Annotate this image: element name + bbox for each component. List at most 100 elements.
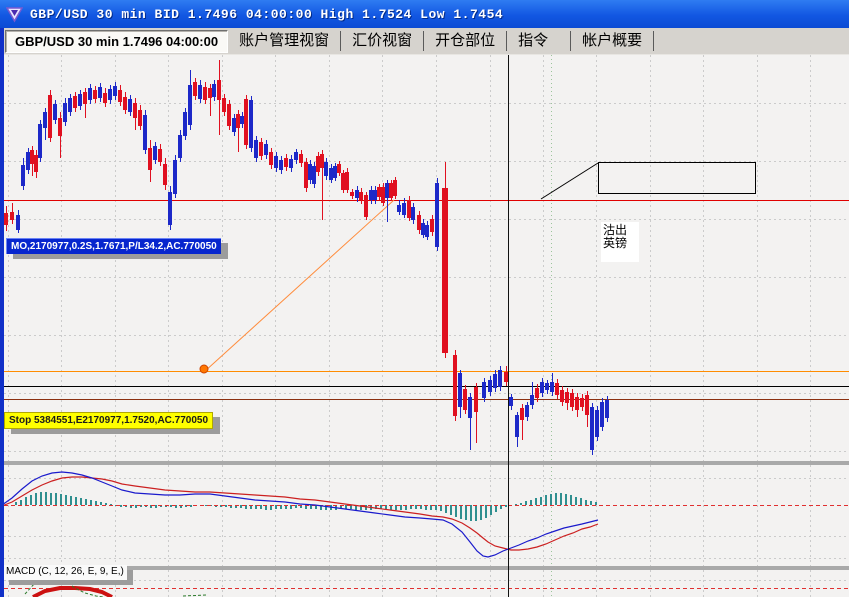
candle-body xyxy=(249,100,253,148)
candle-body xyxy=(269,152,273,165)
candle-body xyxy=(359,192,363,200)
candle-body xyxy=(198,85,202,99)
candle-body xyxy=(540,382,544,393)
candle-body xyxy=(435,183,439,247)
macd-histogram-bar xyxy=(30,495,32,505)
candle-body xyxy=(565,392,569,403)
macd-histogram-bar xyxy=(460,505,462,519)
annotation-leader-line xyxy=(540,162,599,200)
chart-canvas[interactable] xyxy=(0,55,849,597)
candle-body xyxy=(188,85,192,125)
macd-histogram-bar xyxy=(480,505,482,520)
macd-histogram-bar xyxy=(450,505,452,515)
candle-body xyxy=(34,155,38,172)
candle-body xyxy=(21,165,25,186)
candle-body xyxy=(482,382,486,398)
macd-histogram-bar xyxy=(565,494,567,505)
macd-histogram-bar xyxy=(475,505,477,521)
candle-body xyxy=(123,97,127,110)
macd-histogram-bar xyxy=(65,495,67,505)
candle-body xyxy=(26,152,30,170)
macd-histogram-bar xyxy=(85,499,87,505)
macd-histogram-bar xyxy=(490,505,492,515)
stop-order-label[interactable]: Stop 5384551,E2170977,1.7520,AC.770050 xyxy=(4,412,214,429)
candle-body xyxy=(430,219,434,232)
tab-orders[interactable]: 指令 xyxy=(507,31,572,51)
candle-body xyxy=(316,156,320,172)
macd-histogram-bar xyxy=(570,495,572,505)
annotation-callout[interactable]: 沽出 英镑 xyxy=(601,222,639,262)
candle-body xyxy=(560,390,564,402)
candle-body xyxy=(173,160,177,194)
candle-body xyxy=(600,402,604,427)
tab-quotes[interactable]: 汇价视窗 xyxy=(341,31,425,51)
open-position-label[interactable]: MO,2170977,0.2S,1.7671,P/L34.2,AC.770050 xyxy=(6,238,221,254)
macd-histogram-bar xyxy=(485,505,487,518)
macd-histogram-bar xyxy=(445,505,447,513)
candle-body xyxy=(163,164,167,185)
candle-body xyxy=(364,195,368,217)
macd-histogram-bar xyxy=(95,501,97,505)
candle-body xyxy=(421,223,425,235)
candle-body xyxy=(208,88,212,98)
candle-body xyxy=(411,207,415,220)
candle-body xyxy=(355,190,359,198)
macd-indicator-label[interactable]: MACD (C, 12, 26, E, 9, E,) xyxy=(3,565,127,580)
candle-body xyxy=(385,183,389,198)
macd-histogram-bar xyxy=(455,505,457,517)
macd-histogram-bar xyxy=(560,493,562,505)
macd-histogram-bar xyxy=(45,492,47,505)
candle-body xyxy=(493,374,497,388)
candle-body xyxy=(16,215,20,230)
macd-histogram-bar xyxy=(50,493,52,505)
candle-body xyxy=(43,112,47,128)
tab-open-positions[interactable]: 开仓部位 xyxy=(424,31,508,51)
candle-body xyxy=(158,149,162,162)
candle-body xyxy=(474,387,478,412)
macd-histogram-bar xyxy=(530,500,532,505)
candle-body xyxy=(299,154,303,163)
panel-separator xyxy=(4,566,849,570)
candle-body xyxy=(575,397,579,410)
candle-body xyxy=(350,192,354,196)
candle-body xyxy=(337,164,341,173)
candle-body xyxy=(595,410,599,437)
candle-body xyxy=(10,212,14,220)
candle-body xyxy=(320,154,324,168)
macd-histogram-bar xyxy=(310,505,312,509)
tab-account-summary[interactable]: 帐户概要 xyxy=(571,31,655,51)
candle-body xyxy=(550,382,554,392)
candle-body xyxy=(289,159,293,168)
candle-body xyxy=(458,373,462,407)
title-bar[interactable]: GBP/USD 30 min BID 1.7496 04:00:00 High … xyxy=(0,0,849,28)
candle-body xyxy=(509,397,513,406)
candle-body xyxy=(98,87,102,98)
candle-body xyxy=(333,166,337,178)
macd-histogram-bar xyxy=(75,497,77,505)
annotation-box xyxy=(598,162,756,194)
candle-body xyxy=(78,94,82,106)
candle-body xyxy=(38,124,42,158)
tab-account-management[interactable]: 账户管理视窗 xyxy=(228,31,342,51)
candle-body xyxy=(168,192,172,225)
tab-chart-active[interactable]: GBP/USD 30 min 1.7496 04:00:00 xyxy=(5,29,229,53)
app-logo-icon xyxy=(6,6,23,23)
candle-body xyxy=(53,104,57,120)
panel-separator xyxy=(4,461,849,465)
macd-histogram-bar xyxy=(365,505,367,510)
candle-body xyxy=(48,95,52,138)
candle-body xyxy=(488,380,492,392)
candle-body xyxy=(425,225,429,237)
stop-marker-dot xyxy=(199,364,209,374)
candle-body xyxy=(93,90,97,99)
candle-body xyxy=(397,205,401,212)
candle-body xyxy=(580,398,584,407)
candle-body xyxy=(133,103,137,118)
candle-body xyxy=(143,115,147,150)
macd-histogram-bar xyxy=(295,505,297,508)
candle-body xyxy=(605,400,609,418)
macd-histogram-bar xyxy=(345,505,347,509)
candle-body xyxy=(103,93,107,103)
candle-body xyxy=(264,144,268,155)
macd-histogram-bar xyxy=(155,505,157,508)
